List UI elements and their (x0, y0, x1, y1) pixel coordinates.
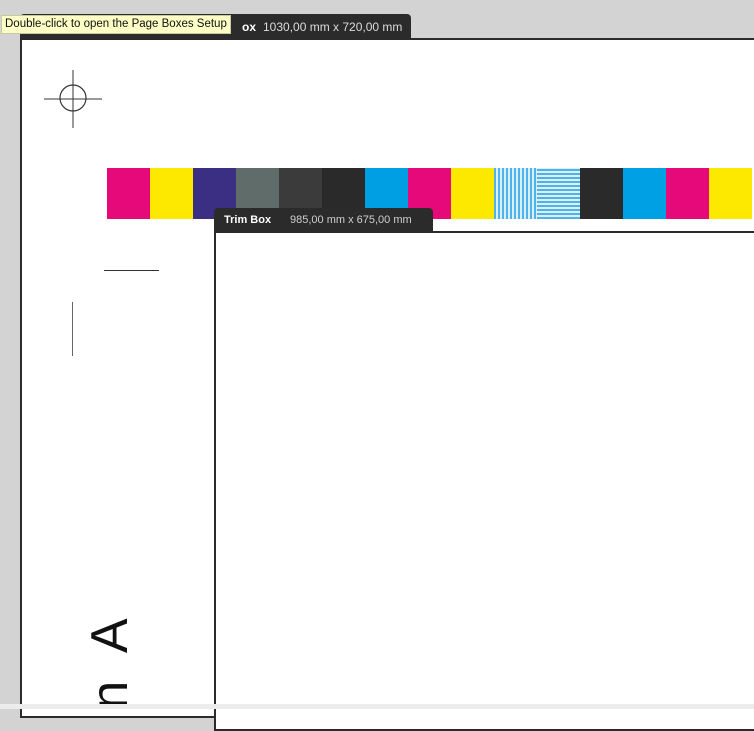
color-swatch (537, 168, 580, 219)
color-swatch (107, 168, 150, 219)
trim-box-tab-label: Trim Box (224, 214, 272, 226)
media-box-size-label: 1030,00 mm x 720,00 mm (263, 20, 403, 34)
trim-box-size-label: 985,00 mm x 675,00 mm (290, 214, 412, 226)
color-swatch (580, 168, 623, 219)
color-swatch (666, 168, 709, 219)
media-box-tab-label: ox (242, 20, 257, 34)
color-swatch (494, 168, 537, 219)
horizontal-scrollbar[interactable] (0, 704, 754, 709)
registration-mark-icon (44, 70, 102, 128)
crop-mark-vertical (72, 302, 73, 356)
color-swatch (709, 168, 752, 219)
color-swatch (623, 168, 666, 219)
tooltip: Double-click to open the Page Boxes Setu… (1, 15, 231, 34)
trim-box-tab[interactable]: Trim Box 985,00 mm x 675,00 mm (214, 208, 433, 232)
trim-box[interactable] (214, 231, 754, 731)
color-swatch (150, 168, 193, 219)
crop-mark-horizontal (104, 270, 159, 271)
color-swatch (451, 168, 494, 219)
artwork-rotated-text: n A (81, 610, 139, 710)
